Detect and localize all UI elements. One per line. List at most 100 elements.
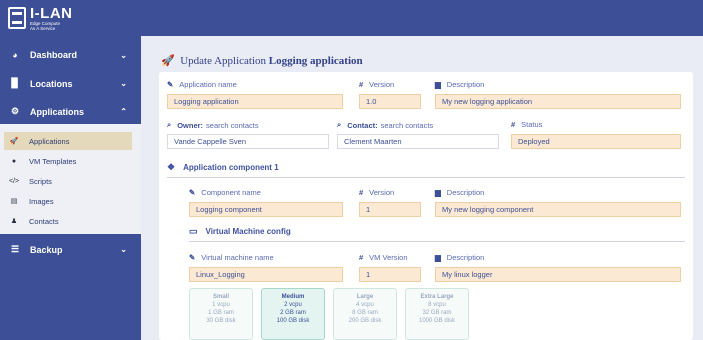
- hash-icon: #: [359, 80, 364, 89]
- vm-size-name: Large: [356, 294, 374, 300]
- vm-size-ram: 32 GB ram: [422, 310, 452, 316]
- chevron-up-icon: ⌃: [120, 107, 127, 116]
- submenu-item-label: VM Templates: [29, 156, 77, 166]
- component-name-field[interactable]: Logging component: [189, 202, 343, 217]
- brand-title: I-LAN: [30, 4, 73, 22]
- submenu-item-vm-templates[interactable]: ● VM Templates: [0, 152, 141, 170]
- owner-field[interactable]: Vande Cappelle Sven: [167, 134, 329, 149]
- owner-label: ⌕ Owner: search contacts: [167, 120, 259, 130]
- pencil-icon: ✎: [189, 253, 196, 262]
- vm-name-field[interactable]: Linux_Logging: [189, 267, 343, 282]
- submenu-item-images[interactable]: ▤ Images: [0, 192, 141, 210]
- vm-size-disk: 200 GB disk: [348, 318, 382, 324]
- applications-submenu: 🚀 Applications ● VM Templates </> Script…: [0, 124, 141, 234]
- cogs-icon: ⚙: [10, 106, 20, 116]
- main-content: 🚀 Update Application Logging application…: [141, 36, 703, 340]
- page-title: 🚀 Update Application Logging application: [161, 54, 363, 67]
- vm-size-disk: 100 GB disk: [276, 318, 310, 324]
- contact-label: ⌕ Contact: search contacts: [337, 120, 434, 130]
- brand-subtitle-2: As A Service: [30, 25, 56, 31]
- sidebar-item-label: Locations: [30, 78, 73, 89]
- rocket-icon: 🚀: [9, 138, 19, 145]
- sidebar-item-label: Applications: [30, 106, 85, 117]
- component-version-field[interactable]: 1: [359, 202, 421, 217]
- divider: [189, 241, 685, 242]
- hash-icon: #: [359, 188, 364, 197]
- user-icon: ♟: [10, 218, 18, 225]
- vm-size-options: Small 1 vcpu 1 GB ram 30 GB disk Medium …: [189, 288, 489, 340]
- vm-version-field[interactable]: 1: [359, 267, 421, 282]
- building-icon: ▉: [11, 78, 19, 88]
- server-icon: [8, 7, 26, 29]
- vm-size-medium[interactable]: Medium 2 vcpu 2 GB ram 100 GB disk: [261, 288, 325, 340]
- submenu-item-label: Contacts: [29, 216, 59, 226]
- desktop-icon: ▭: [189, 226, 198, 236]
- vm-size-ram: 2 GB ram: [280, 310, 306, 316]
- pencil-icon: ✎: [189, 188, 196, 197]
- vm-size-ram: 8 GB ram: [352, 310, 378, 316]
- vm-config-section-header: ▭ Virtual Machine config: [189, 226, 291, 236]
- submenu-item-applications[interactable]: 🚀 Applications: [4, 132, 132, 150]
- submenu-item-scripts[interactable]: </> Scripts: [0, 172, 141, 190]
- version-label: # Version: [359, 80, 395, 89]
- hash-icon: #: [359, 253, 364, 262]
- vm-size-extra-large[interactable]: Extra Large 8 vcpu 32 GB ram 1000 GB dis…: [405, 288, 469, 340]
- description-label: ▆ Description: [435, 80, 485, 89]
- search-icon: ⌕: [337, 120, 342, 129]
- sidebar-item-applications[interactable]: ⚙ Applications ⌃: [0, 106, 141, 117]
- dashboard-icon: ◕: [12, 50, 18, 60]
- application-name-field[interactable]: Logging application: [167, 94, 343, 109]
- version-field[interactable]: 1.0: [359, 94, 421, 109]
- cubes-icon: ❖: [167, 162, 176, 172]
- status-field[interactable]: Deployed: [511, 134, 681, 149]
- file-icon: ▆: [435, 80, 441, 89]
- search-icon: ⌕: [167, 120, 172, 129]
- divider: [167, 177, 685, 178]
- vm-size-name: Extra Large: [420, 294, 454, 300]
- sidebar-item-label: Dashboard: [30, 50, 78, 60]
- user-secret-icon: ●: [11, 157, 17, 165]
- top-bar: I-LAN Edge Compute As A Service: [0, 0, 703, 36]
- status-label: # Status: [511, 120, 543, 129]
- vm-size-disk: 30 GB disk: [206, 318, 236, 324]
- submenu-item-label: Scripts: [29, 176, 52, 186]
- vm-description-label: ▆ Description: [435, 253, 485, 262]
- application-name-label: ✎ Application name: [167, 80, 237, 89]
- vm-size-cpu: 2 vcpu: [284, 302, 302, 308]
- vm-size-small[interactable]: Small 1 vcpu 1 GB ram 30 GB disk: [189, 288, 253, 340]
- chevron-down-icon: ⌄: [120, 79, 127, 88]
- page-title-name: Logging application: [268, 55, 363, 67]
- submenu-item-label: Images: [29, 196, 54, 206]
- vm-size-cpu: 8 vcpu: [428, 302, 446, 308]
- hdd-icon: ▤: [10, 198, 18, 205]
- vm-size-name: Medium: [281, 294, 305, 300]
- component-version-label: # Version: [359, 188, 395, 197]
- hash-icon: #: [511, 120, 516, 129]
- contact-field[interactable]: Clement Maarten: [337, 134, 499, 149]
- brand-logo[interactable]: I-LAN Edge Compute As A Service: [8, 4, 73, 32]
- page-title-prefix: Update Application: [180, 55, 267, 67]
- sidebar-item-locations[interactable]: ▉ Locations ⌄: [0, 78, 141, 89]
- pencil-icon: ✎: [167, 80, 174, 89]
- vm-name-label: ✎ Virtual machine name: [189, 253, 274, 262]
- vm-version-label: # VM Version: [359, 253, 408, 262]
- component-description-label: ▆ Description: [435, 188, 485, 197]
- submenu-item-contacts[interactable]: ♟ Contacts: [0, 212, 141, 230]
- vm-description-field[interactable]: My linux logger: [435, 267, 681, 282]
- sidebar-item-dashboard[interactable]: ◕ Dashboard ⌄: [0, 50, 141, 60]
- component-name-label: ✎ Component name: [189, 188, 261, 197]
- vm-size-cpu: 1 vcpu: [212, 302, 230, 308]
- vm-size-disk: 1000 GB disk: [418, 318, 456, 324]
- component-section-header: ❖ Application component 1: [167, 162, 279, 172]
- vm-size-large[interactable]: Large 4 vcpu 8 GB ram 200 GB disk: [333, 288, 397, 340]
- chevron-down-icon: ⌄: [120, 245, 127, 254]
- sidebar-item-backup[interactable]: ☰ Backup ⌄: [0, 244, 141, 255]
- database-icon: ☰: [10, 244, 20, 254]
- component-description-field[interactable]: My new logging component: [435, 202, 681, 217]
- file-icon: ▆: [435, 253, 441, 262]
- chevron-down-icon: ⌄: [120, 50, 127, 60]
- file-icon: ▆: [435, 188, 441, 197]
- submenu-item-label: Applications: [29, 136, 70, 146]
- sidebar-item-label: Backup: [30, 244, 63, 255]
- description-field[interactable]: My new logging application: [435, 94, 681, 109]
